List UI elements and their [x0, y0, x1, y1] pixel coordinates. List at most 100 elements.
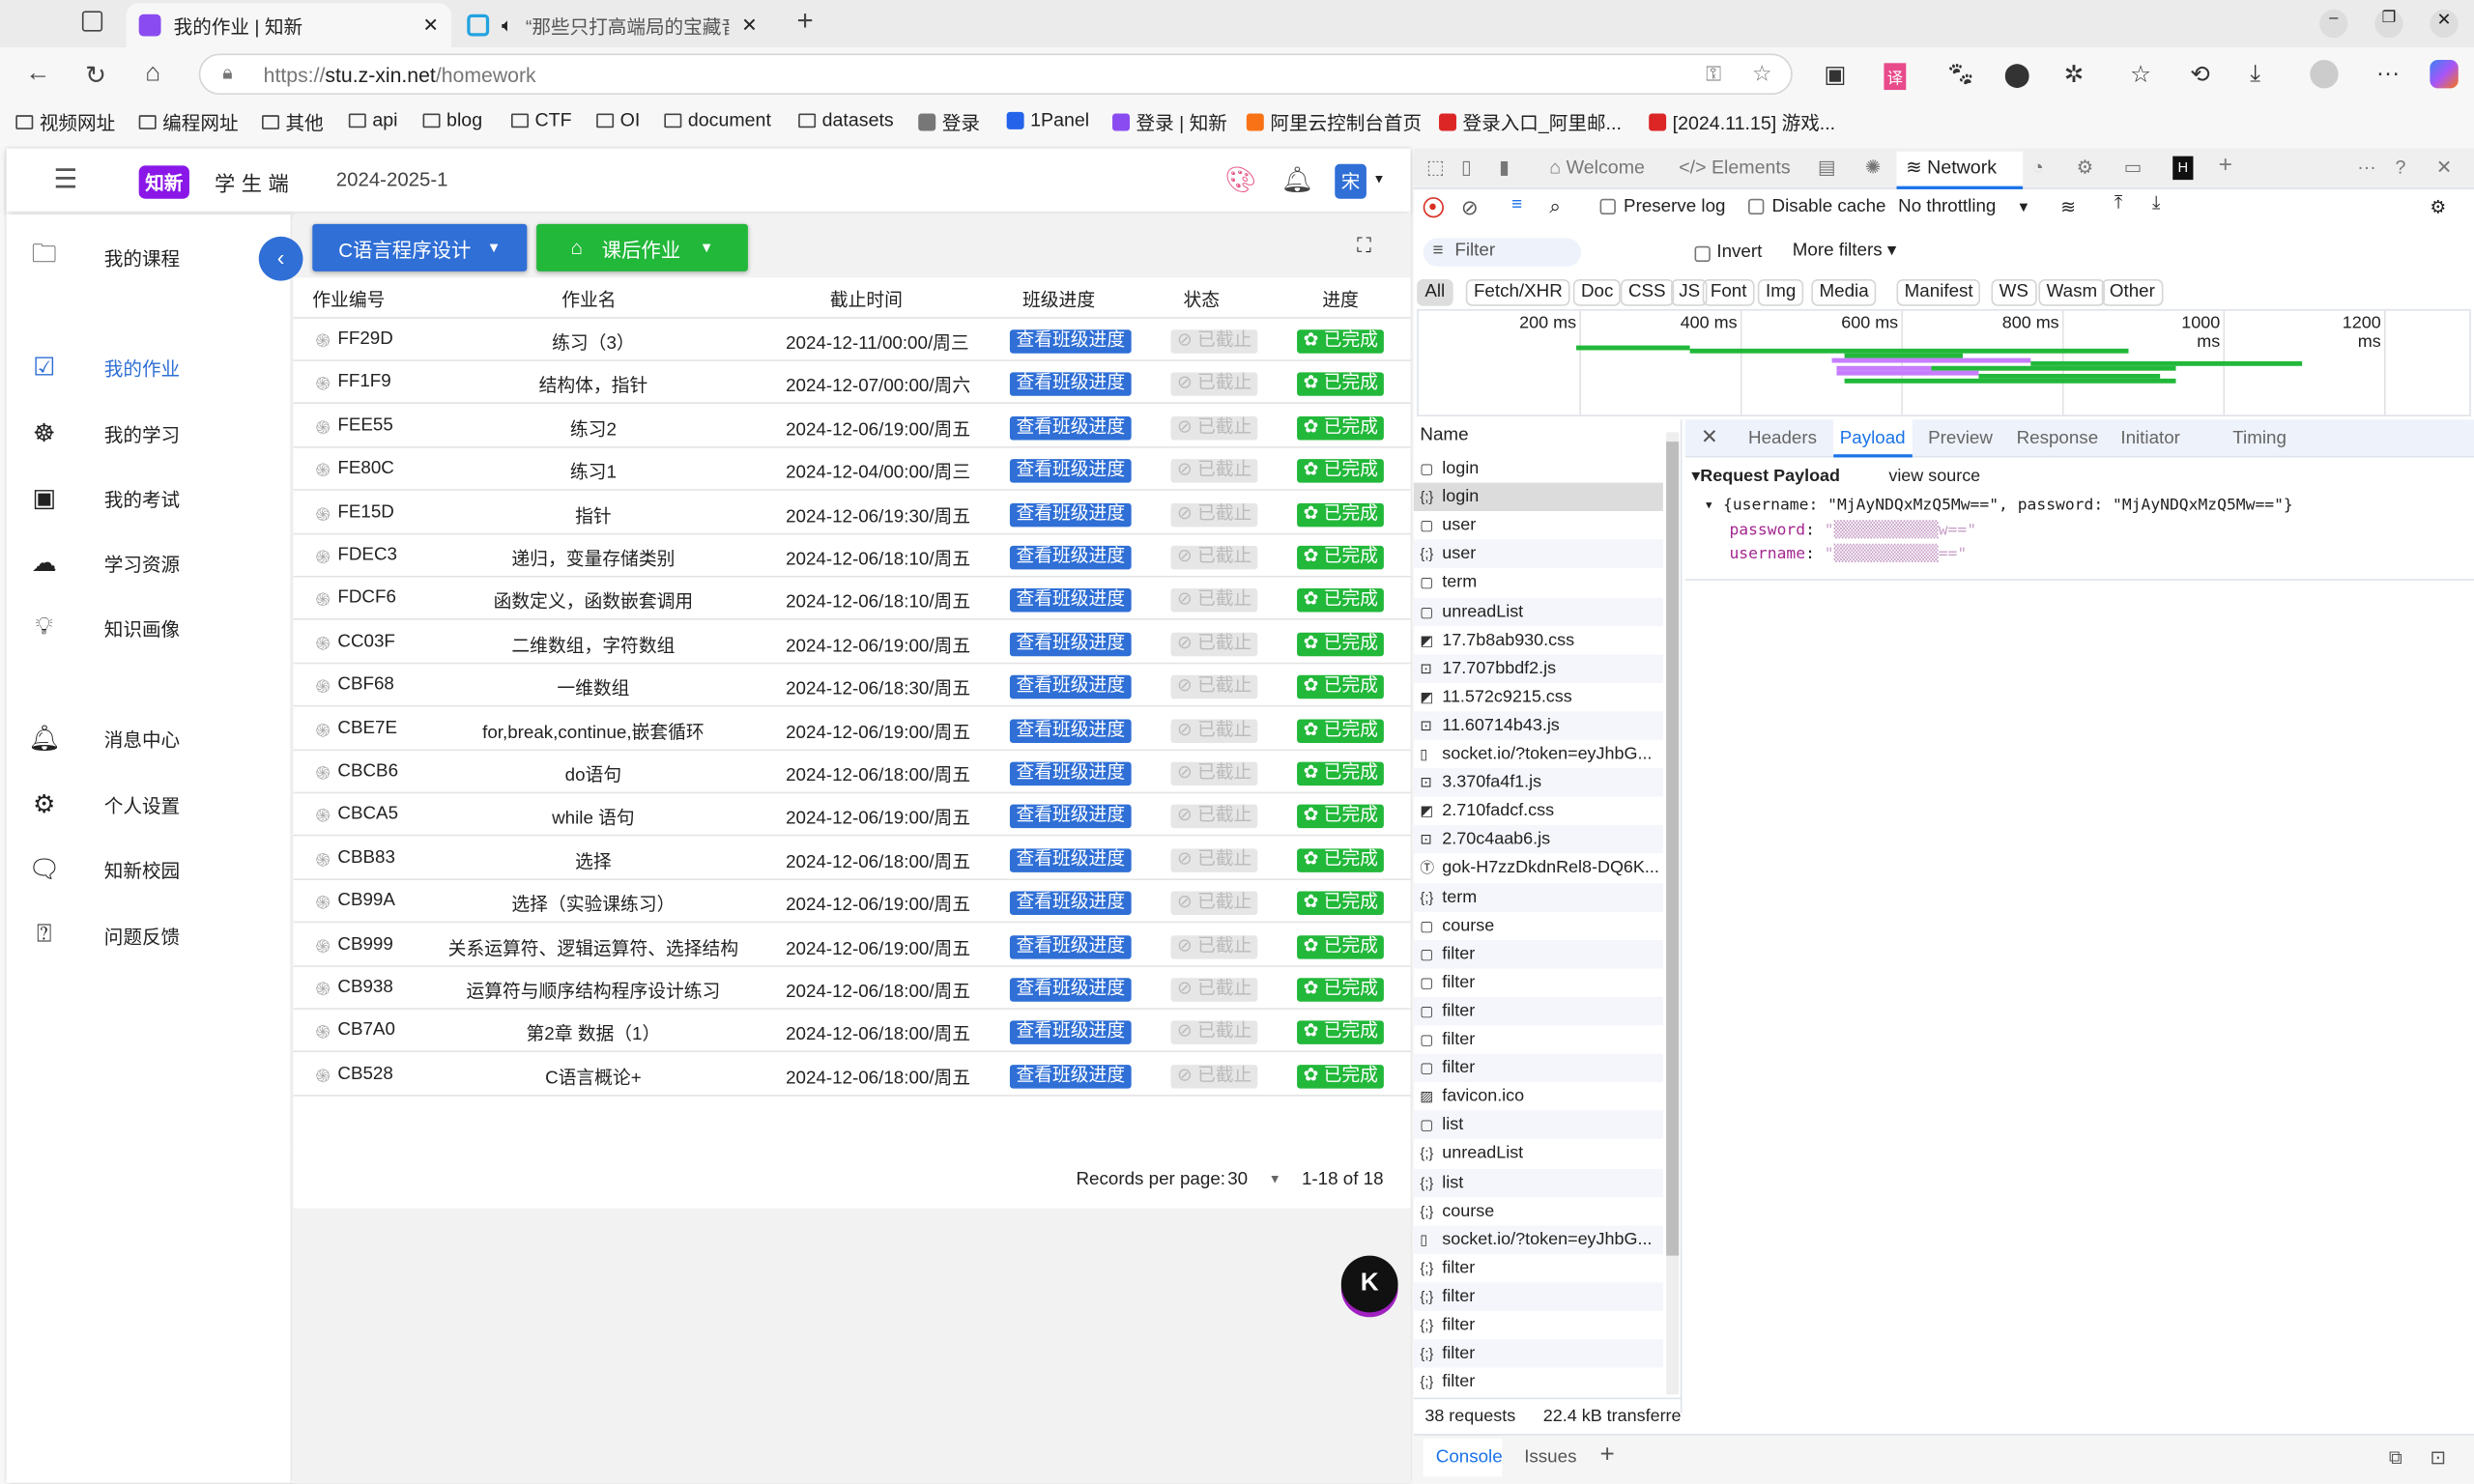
dock-icon[interactable]: ▮ [1499, 157, 1510, 179]
sidebar-item-7[interactable]: ⚙ 个人设置 [7, 781, 291, 828]
request-row[interactable]: ▢ login [1414, 454, 1663, 482]
detail-tab-payload[interactable]: Payload [1833, 419, 1913, 458]
close-window-button[interactable]: ✕ [2430, 9, 2459, 39]
request-row[interactable]: ▢ unreadList [1413, 596, 1663, 626]
homework-name[interactable]: 练习（3） [436, 329, 752, 355]
bookmark-item[interactable]: 登录 | 知新 [1112, 109, 1227, 136]
view-class-progress-button[interactable]: 查看班级进度 [1009, 675, 1132, 699]
bookmark-item[interactable]: OI [596, 109, 640, 131]
homework-name[interactable]: 结构体，指针 [436, 373, 752, 398]
view-class-progress-button[interactable]: 查看班级进度 [1009, 978, 1132, 1002]
request-list-scrollbar[interactable] [1666, 432, 1680, 1395]
palette-icon[interactable]: 🎨︎ [1224, 164, 1256, 196]
help-icon[interactable]: ? [2395, 157, 2405, 179]
profile-avatar[interactable] [2310, 60, 2339, 89]
tab-elements[interactable]: </> Elements [1679, 157, 1790, 179]
request-row[interactable]: ▢ filter [1414, 1025, 1663, 1053]
request-row[interactable]: ▯ socket.io/?token=eyJhbG... [1413, 1225, 1663, 1254]
copilot-icon[interactable] [2430, 60, 2459, 89]
chevron-down-icon[interactable]: ▼ [1269, 1172, 1281, 1186]
sidebar-item-3[interactable]: ▣ 我的考试 [7, 474, 291, 522]
bookmark-item[interactable]: blog [422, 109, 482, 131]
network-overview-timeline[interactable]: 200 ms 400 ms 600 ms 800 ms 1000 ms 1200 ms [1417, 309, 2471, 417]
disable-cache-checkbox[interactable] [1748, 198, 1765, 215]
type-filter-img[interactable]: Img [1757, 278, 1804, 306]
request-row[interactable]: {;} user [1413, 539, 1663, 569]
view-class-progress-button[interactable]: 查看班级进度 [1009, 588, 1132, 614]
request-row[interactable]: {;} filter [1413, 1339, 1663, 1368]
view-class-progress-button[interactable]: 查看班级进度 [1009, 805, 1132, 829]
request-row[interactable]: ◩ 11.572c9215.css [1414, 683, 1663, 711]
homework-name[interactable]: 递归，变量存储类别 [436, 546, 752, 571]
speaker-icon[interactable]: 🔈︎ [502, 14, 513, 37]
download-icon[interactable]: ⤓ [2250, 60, 2260, 87]
request-row[interactable]: ▢ filter [1414, 968, 1663, 996]
add-drawer-tab-icon[interactable]: + [1600, 1441, 1615, 1470]
homework-name[interactable]: 二维数组，字符数组 [436, 632, 752, 657]
chevron-down-icon[interactable]: ▼ [2017, 199, 2031, 214]
settings-chip-icon[interactable]: ⚙ [2077, 157, 2094, 179]
collapse-drawer-icon[interactable]: ⊡ [2430, 1446, 2445, 1469]
request-row[interactable]: ▨ favicon.ico [1414, 1082, 1663, 1110]
bookmark-item[interactable]: 视频网址 [15, 109, 115, 136]
request-row[interactable]: {;} unreadList [1414, 1139, 1663, 1167]
request-row[interactable]: ⊡ 3.370fa4f1.js [1413, 768, 1663, 797]
records-per-page-select[interactable]: 30 [1227, 1170, 1248, 1189]
favorite-star-icon[interactable]: ☆ [1752, 60, 1772, 87]
more-tools-icon[interactable]: + [2219, 152, 2232, 179]
request-row[interactable]: {;} course [1414, 1197, 1663, 1225]
user-avatar[interactable]: 宋 [1335, 163, 1366, 199]
close-devtools-icon[interactable]: ✕ [2436, 157, 2452, 179]
request-row[interactable]: {;} filter [1414, 1254, 1663, 1282]
address-bar[interactable]: 🔒︎ https://stu.z-xin.net/homework ⚿ ☆ [198, 53, 1793, 95]
close-detail-icon[interactable]: ✕ [1701, 424, 1718, 449]
view-class-progress-button[interactable]: 查看班级进度 [1009, 459, 1132, 483]
sidebar-item-1[interactable]: ☑ 我的作业 [7, 344, 291, 391]
request-row[interactable]: ⊡ 17.707bbdf2.js [1413, 654, 1663, 683]
type-filter-doc[interactable]: Doc [1572, 278, 1622, 306]
tab-welcome[interactable]: ⌂ Welcome [1549, 157, 1645, 179]
request-row[interactable]: {;} login [1413, 482, 1663, 512]
circle-extension-icon[interactable]: ⬤ [2004, 60, 2030, 89]
type-filter-manifest[interactable]: Manifest [1896, 278, 1981, 306]
view-class-progress-button[interactable]: 查看班级进度 [1009, 718, 1132, 743]
favorites-icon[interactable]: ☆ [2130, 60, 2151, 89]
home-icon[interactable]: ⌂ [145, 60, 160, 88]
request-row[interactable]: ▢ course [1414, 911, 1663, 939]
extension-icon[interactable]: ▣ [1824, 60, 1846, 89]
view-class-progress-button[interactable]: 查看班级进度 [1009, 545, 1132, 570]
clear-icon[interactable]: ⊘ [1461, 195, 1479, 220]
preserve-log-checkbox[interactable] [1599, 198, 1616, 215]
homework-type-select[interactable]: ⌂ 课后作业 ▼ [536, 223, 748, 271]
view-class-progress-button[interactable]: 查看班级进度 [1009, 848, 1132, 872]
type-filter-other[interactable]: Other [2101, 278, 2164, 306]
request-row[interactable]: ▢ list [1413, 1110, 1663, 1140]
drawer-tab-console[interactable]: Console [1423, 1439, 1503, 1477]
request-row[interactable]: ▢ filter [1413, 939, 1663, 968]
type-filter-wasm[interactable]: Wasm [2038, 278, 2106, 306]
bookmark-item[interactable]: 编程网址 [138, 109, 239, 136]
detail-tab-initiator[interactable]: Initiator [2114, 419, 2187, 457]
type-filter-media[interactable]: Media [1811, 278, 1877, 306]
homework-name[interactable]: C语言概论+ [436, 1065, 752, 1090]
export-har-icon[interactable]: ⤓ [2152, 194, 2160, 214]
tab-actions-icon[interactable] [81, 11, 103, 32]
paw-extension-icon[interactable]: 🐾︎ [1945, 60, 1975, 89]
course-select[interactable]: C语言程序设计 ▼ [312, 223, 528, 271]
bookmark-item[interactable]: 登录 [918, 109, 980, 136]
detail-tab-timing[interactable]: Timing [2227, 419, 2293, 457]
view-class-progress-button[interactable]: 查看班级进度 [1009, 934, 1132, 959]
tab-network[interactable]: ≋ Network [1896, 151, 2024, 189]
homework-name[interactable]: 关系运算符、逻辑运算符、选择结构 [436, 935, 752, 960]
fullscreen-icon[interactable]: ⛶ [1357, 234, 1371, 259]
view-class-progress-button[interactable]: 查看班级进度 [1009, 502, 1132, 527]
type-filter-fetch-xhr[interactable]: Fetch/XHR [1465, 278, 1570, 306]
homework-name[interactable]: 练习2 [436, 416, 752, 442]
inspect-icon[interactable]: ⬚ [1426, 157, 1445, 179]
view-class-progress-button[interactable]: 查看班级进度 [1009, 761, 1132, 786]
key-icon[interactable]: ⚿ [1706, 62, 1721, 87]
homework-name[interactable]: 选择（实验课练习） [436, 892, 752, 917]
homework-name[interactable]: 一维数组 [436, 675, 752, 700]
request-row[interactable]: ▢ term [1414, 568, 1663, 596]
search-icon[interactable]: ⌕ [1549, 194, 1561, 219]
